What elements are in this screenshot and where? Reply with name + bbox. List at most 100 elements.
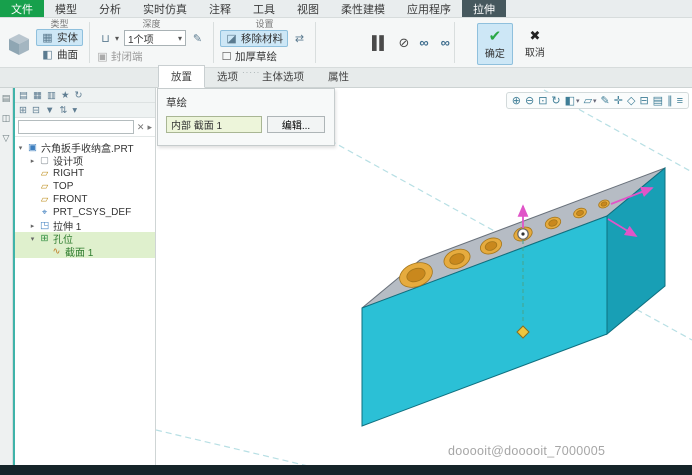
remove-material-button[interactable]: ◪ 移除材料 [220,30,288,47]
depth-type-button[interactable]: ⊔ ▾ [96,30,122,47]
perspective-icon[interactable]: ◇ [627,94,635,107]
plane-icon: ▱ [39,181,50,192]
repaint-icon[interactable]: ↻ [551,94,560,107]
cancel-button[interactable]: ✖ 取消 [517,23,553,65]
tree-item-front-plane[interactable]: ▱ FRONT [15,193,155,206]
history-icon[interactable]: ↻ [74,90,82,101]
caret-icon[interactable]: ▾ [17,144,24,152]
flip-arrows-icon: ⇄ [293,32,306,45]
tree-item-section-1[interactable]: ∿ 截面 1 [15,245,155,258]
section-icon[interactable]: ⊟ [639,94,648,107]
ribbon-separator [454,22,455,63]
tree-settings-caret-icon[interactable]: ▾ [72,105,77,116]
depth-group: 深度 ⊔ ▾ 1个项 ▾ ✎ ▣ 封闭端 [94,19,209,66]
pause-button[interactable]: ▌▌ [372,35,386,50]
depth-value-select[interactable]: 1个项 ▾ [124,30,186,46]
sketch-collector-field[interactable]: 内部 截面 1 [166,116,262,133]
model-tree-panel: ▤ ▦ ▥ ★ ↻ ⊞ ⊟ ▼ ⇅ ▾ ✕ ▸ ▾ ▣ 六角扳手收纳盒.PRT … [13,88,156,465]
tab-applications[interactable]: 应用程序 [396,0,462,17]
tree-toolbar-row2: ⊞ ⊟ ▼ ⇅ ▾ [15,103,155,118]
solid-button[interactable]: ▦ 实体 [36,29,83,46]
ok-button[interactable]: ✔ 确定 [477,23,513,65]
part-icon: ▣ [27,142,38,153]
tab-annotate[interactable]: 注释 [198,0,242,17]
extrude-dashboard: 类型 ▦ 实体 ◧ 曲面 深度 ⊔ ▾ 1个项 ▾ ✎ ▣ 封闭端 [0,18,692,68]
spin-center-icon[interactable]: ✛ [614,94,623,107]
tree-item-csys[interactable]: ⌖ PRT_CSYS_DEF [15,206,155,219]
tree-sort-icon[interactable]: ⇅ [59,105,67,116]
depth-edit-button[interactable]: ✎ [188,30,207,47]
browser-toggle-icon[interactable]: ◫ [2,113,11,124]
flip-material-side-button[interactable]: ⇄ [290,30,309,47]
tree-item-right-plane[interactable]: ▱ RIGHT [15,167,155,180]
tree-filter-icon[interactable]: ▼ [45,105,54,116]
ribbon-separator [213,22,214,63]
tab-extrude-active[interactable]: 拉伸 [462,0,506,17]
filter-funnel-icon[interactable]: ▽ [3,133,10,144]
datum-display-caret-icon[interactable]: ▾ [593,97,597,105]
favorites-icon[interactable]: ★ [61,90,70,101]
tab-flexible-modeling[interactable]: 柔性建模 [330,0,396,17]
type-group-label: 类型 [36,19,83,29]
thicken-checkbox[interactable]: ☐ [220,50,233,63]
status-bar [0,465,692,475]
caret-icon[interactable]: ▾ [29,235,36,243]
tab-placement[interactable]: 放置 [158,65,205,88]
zoom-out-icon[interactable]: ⊖ [525,94,534,107]
pause-icon[interactable]: ∥ [667,94,673,107]
tree-item-label: RIGHT [53,168,84,179]
solid-icon: ▦ [41,31,54,44]
tree-item-extrude-1[interactable]: ▸ ◳ 拉伸 1 [15,219,155,232]
display-style-caret-icon[interactable]: ▾ [576,97,580,105]
x-icon: ✖ [529,29,540,43]
graphics-viewport[interactable]: ⊕ ⊖ ⊡ ↻ ◧ ▾ ▱ ▾ ✎ ✛ ◇ ⊟ ▤ ∥ ≡ 草绘 内部 截面 1… [156,88,692,465]
model-tree-icon[interactable]: ▤ [19,90,28,101]
extrude-tool-icon [4,19,34,66]
group-icon: ⊞ [39,233,50,244]
remove-material-label: 移除材料 [241,31,283,46]
tree-search-input[interactable] [18,120,134,134]
datum-display-icon[interactable]: ▱ [584,94,592,107]
caret-icon[interactable]: ▸ [29,157,36,165]
surface-label: 曲面 [57,47,78,62]
ribbon-separator [89,22,90,63]
tab-analysis[interactable]: 分析 [88,0,132,17]
verify-feature-button[interactable]: ∞ [419,35,428,50]
tree-item-design-items[interactable]: ▸ ▢ 设计项 [15,154,155,167]
tab-view[interactable]: 视图 [286,0,330,17]
saved-views-icon[interactable]: ▤ [653,94,663,107]
tree-search-row: ✕ ▸ [15,118,155,137]
detail-tree-icon[interactable]: ▥ [47,90,56,101]
depth-value-label: 1个项 [128,31,154,46]
tab-model[interactable]: 模型 [44,0,88,17]
no-preview-button[interactable]: ⊘ [398,35,407,51]
refit-icon[interactable]: ⊡ [538,94,547,107]
preview-group: ▌▌ ⊘ ∞ ∞ [372,19,450,66]
view-manager-icon[interactable]: ≡ [677,95,683,107]
search-next-icon[interactable]: ▸ [147,122,152,133]
dashboard-panel-tabs: ····· 放置 选项 主体选项 属性 [0,68,692,88]
file-menu-button[interactable]: 文件 [0,0,44,17]
clear-search-icon[interactable]: ✕ [137,122,145,133]
annotation-display-icon[interactable]: ✎ [601,94,610,107]
chevron-down-icon: ▾ [178,34,182,43]
chevron-down-icon: ▾ [115,34,119,43]
edit-button[interactable]: 编辑... [267,116,325,133]
display-style-icon[interactable]: ◧ [565,94,575,107]
layer-tree-icon[interactable]: ▦ [33,90,42,101]
tree-root-item[interactable]: ▾ ▣ 六角扳手收纳盒.PRT [15,141,155,154]
tab-properties[interactable]: 属性 [316,66,361,87]
drag-handle[interactable] [518,229,528,239]
caret-icon[interactable]: ▸ [29,222,36,230]
attached-preview-button[interactable]: ∞ [441,35,450,50]
collapse-all-icon[interactable]: ⊟ [32,105,40,116]
settings-group-label: 设置 [220,19,309,29]
navigator-toggle-icon[interactable]: ▤ [2,93,11,104]
surface-button[interactable]: ◧ 曲面 [36,46,83,63]
zoom-in-icon[interactable]: ⊕ [512,94,521,107]
watermark: dooooit@dooooit_7000005 [448,444,605,458]
tab-tools[interactable]: 工具 [242,0,286,17]
tree-item-top-plane[interactable]: ▱ TOP [15,180,155,193]
tab-live-simulation[interactable]: 实时仿真 [132,0,198,17]
expand-all-icon[interactable]: ⊞ [19,105,27,116]
